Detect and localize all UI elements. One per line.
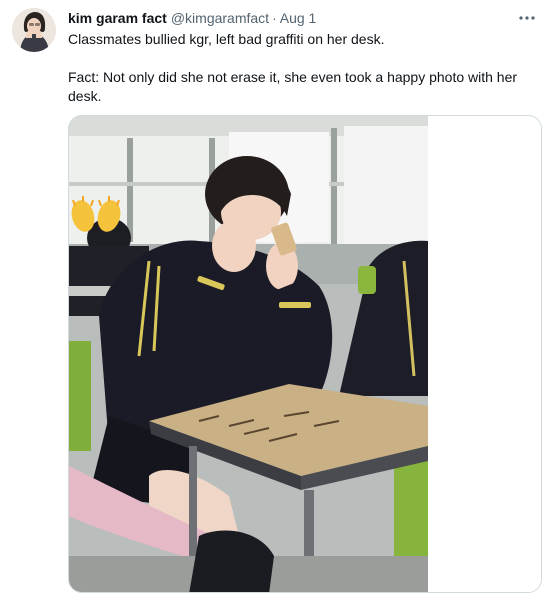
header-separator: · — [272, 10, 277, 26]
tweet-photo[interactable] — [68, 115, 542, 593]
tweet-paragraph-2: Fact: Not only did she not erase it, she… — [68, 69, 518, 104]
more-dots-icon — [519, 16, 535, 20]
photo-content — [69, 116, 428, 592]
avatar[interactable] — [12, 8, 56, 52]
tweet-date[interactable]: Aug 1 — [280, 10, 317, 26]
author-handle[interactable]: @kimgaramfact — [171, 10, 269, 26]
classroom-photo — [69, 116, 541, 592]
author-display-name[interactable]: kim garam fact — [68, 10, 167, 26]
tweet-header: kim garam fact @kimgaramfact · Aug 1 — [68, 8, 316, 28]
more-button[interactable] — [516, 10, 538, 26]
tweet-text: Classmates bullied kgr, left bad graffit… — [68, 30, 538, 106]
tweet-card: kim garam fact @kimgaramfact · Aug 1 Cla… — [0, 0, 552, 595]
tweet-paragraph-1: Classmates bullied kgr, left bad graffit… — [68, 31, 385, 47]
